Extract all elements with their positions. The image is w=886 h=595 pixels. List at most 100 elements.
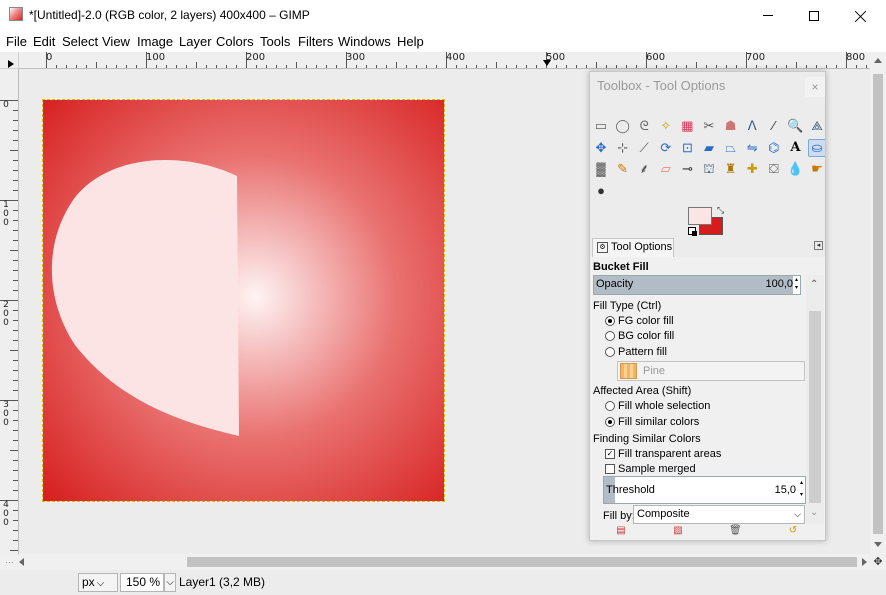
save-options-icon[interactable]: ▤ <box>615 525 627 537</box>
move-icon[interactable]: ✥ <box>592 139 610 157</box>
pencil-icon[interactable]: ✎ <box>614 160 632 178</box>
color-area[interactable]: ⤡ <box>688 205 730 239</box>
unit-select[interactable]: px ⌵ <box>78 573 118 592</box>
paintbrush-icon[interactable]: ⸙ <box>635 160 653 178</box>
text-icon[interactable]: A <box>786 139 804 157</box>
scroll-down-icon[interactable] <box>874 542 882 547</box>
horizontal-scroll-thumb[interactable] <box>187 557 857 567</box>
paths-icon[interactable]: ᐱ <box>743 117 761 135</box>
heal-icon[interactable]: ✚ <box>743 160 761 178</box>
perspective-clone-icon[interactable]: ⛋ <box>765 160 783 178</box>
close-button[interactable] <box>838 0 884 31</box>
fill-whole-selection-label[interactable]: Fill whole selection <box>618 400 710 412</box>
eraser-icon[interactable]: ▱ <box>657 160 675 178</box>
blend-icon[interactable]: ▓ <box>592 160 610 178</box>
foreground-color-swatch[interactable] <box>688 207 712 225</box>
flip-icon[interactable]: ⇋ <box>743 139 761 157</box>
tab-tool-options[interactable]: ⚙ Tool Options <box>592 238 674 257</box>
shear-icon[interactable]: ▰ <box>700 139 718 157</box>
scroll-up-icon[interactable] <box>874 58 882 63</box>
navigate-icon[interactable]: ✥ <box>870 554 886 570</box>
blur-icon[interactable]: 💧 <box>786 160 804 178</box>
dock-title[interactable]: Toolbox - Tool Options <box>597 78 725 93</box>
menu-windows[interactable]: Windows <box>338 34 391 49</box>
pattern-selector[interactable]: Pine <box>617 361 805 381</box>
scroll-up-icon[interactable]: ⌃ <box>810 279 818 290</box>
cage-icon[interactable]: ⌬ <box>765 139 783 157</box>
menu-help[interactable]: Help <box>397 34 424 49</box>
fill-similar-colors-radio[interactable] <box>605 417 615 427</box>
color-picker-icon[interactable]: ⁄ <box>765 117 783 135</box>
rotate-icon[interactable]: ⟳ <box>657 139 675 157</box>
zoom-dropdown-chevron-icon[interactable]: ⌵ <box>164 573 176 592</box>
dock-close-button[interactable]: × <box>805 77 825 97</box>
color-select-icon[interactable]: ▦ <box>678 117 696 135</box>
menu-view[interactable]: View <box>102 34 130 49</box>
sample-merged-label[interactable]: Sample merged <box>618 463 696 475</box>
options-scroll-thumb[interactable] <box>809 311 821 503</box>
vertical-ruler[interactable]: 0 100 200 300 400 <box>0 69 19 554</box>
opacity-slider[interactable]: Opacity 100,0 ▴ ▾ <box>593 275 801 295</box>
menu-select[interactable]: Select <box>62 34 98 49</box>
restore-options-icon[interactable]: ▧ <box>672 525 684 537</box>
horizontal-scrollbar[interactable] <box>19 554 870 570</box>
vertical-scroll-thumb[interactable] <box>873 74 883 534</box>
align-icon[interactable]: ⊹ <box>614 139 632 157</box>
bucket-fill-icon[interactable]: ⛀ <box>808 138 825 157</box>
smudge-icon[interactable]: ☛ <box>808 160 825 178</box>
image-canvas[interactable] <box>42 99 445 502</box>
rect-select-icon[interactable]: ▭ <box>592 117 610 135</box>
sample-merged-checkbox[interactable] <box>605 464 615 474</box>
ruler-corner[interactable] <box>0 52 19 69</box>
zoom-input[interactable]: 150 % <box>120 573 164 592</box>
free-select-icon[interactable]: ᘓ <box>635 117 653 135</box>
default-colors-icon[interactable] <box>688 227 697 236</box>
maximize-button[interactable] <box>791 0 837 31</box>
threshold-slider[interactable]: Threshold 15,0 ▴ ▾ <box>603 476 806 504</box>
reset-options-icon[interactable]: ↺ <box>787 525 799 537</box>
clone-icon[interactable]: ♜ <box>722 160 740 178</box>
fill-similar-colors-label[interactable]: Fill similar colors <box>618 416 699 428</box>
perspective-icon[interactable]: ⏢ <box>722 139 740 157</box>
bg-color-fill-label[interactable]: BG color fill <box>618 330 674 342</box>
ellipse-select-icon[interactable]: ◯ <box>614 117 632 135</box>
threshold-spin-arrows-icon[interactable]: ▴ ▾ <box>798 477 805 503</box>
zoom-icon[interactable]: 🔍 <box>786 117 804 135</box>
menu-file[interactable]: File <box>6 34 27 49</box>
bg-color-fill-radio[interactable] <box>605 331 615 341</box>
scale-icon[interactable]: ⊡ <box>678 139 696 157</box>
minimize-button[interactable] <box>745 0 791 31</box>
fill-by-select[interactable]: Composite ⌵ <box>633 505 805 524</box>
airbrush-icon[interactable]: ⊸ <box>678 160 696 178</box>
scissors-icon[interactable]: ✂ <box>700 117 718 135</box>
fg-color-fill-radio[interactable] <box>605 316 615 326</box>
delete-options-icon[interactable]: 🗑 <box>729 525 742 537</box>
fill-whole-selection-radio[interactable] <box>605 401 615 411</box>
menu-edit[interactable]: Edit <box>33 34 55 49</box>
fill-transparent-label[interactable]: Fill transparent areas <box>618 448 721 460</box>
scroll-left-icon[interactable] <box>19 558 24 566</box>
menu-colors[interactable]: Colors <box>216 34 254 49</box>
menu-layer[interactable]: Layer <box>179 34 212 49</box>
quick-mask-toggle-icon[interactable]: ⋯ <box>0 554 19 570</box>
horizontal-ruler[interactable]: 0 100 200 300 400 500 600 700 800 <box>19 52 870 69</box>
menu-filters[interactable]: Filters <box>298 34 333 49</box>
fuzzy-select-icon[interactable]: ✧ <box>657 117 675 135</box>
options-scrollbar[interactable]: ⌃ ⌄ <box>806 275 824 524</box>
pattern-fill-radio[interactable] <box>605 347 615 357</box>
ink-icon[interactable]: ⛫ <box>700 160 718 178</box>
scroll-right-icon[interactable] <box>862 558 867 566</box>
menu-image[interactable]: Image <box>137 34 173 49</box>
opacity-spin-arrows-icon[interactable]: ▴ ▾ <box>793 276 800 294</box>
pattern-fill-label[interactable]: Pattern fill <box>618 346 667 358</box>
scroll-down-icon[interactable]: ⌄ <box>810 507 818 518</box>
foreground-select-icon[interactable]: ☗ <box>722 117 740 135</box>
vertical-scrollbar[interactable] <box>870 52 886 554</box>
fg-color-fill-label[interactable]: FG color fill <box>618 315 674 327</box>
measure-icon[interactable]: ⟁ <box>808 117 825 135</box>
swap-colors-icon[interactable]: ⤡ <box>717 205 724 216</box>
menu-tools[interactable]: Tools <box>260 34 290 49</box>
fill-transparent-checkbox[interactable]: ✓ <box>605 449 615 459</box>
crop-icon[interactable]: ⟋ <box>635 139 653 157</box>
tab-menu-icon[interactable]: ◂ <box>814 241 823 250</box>
